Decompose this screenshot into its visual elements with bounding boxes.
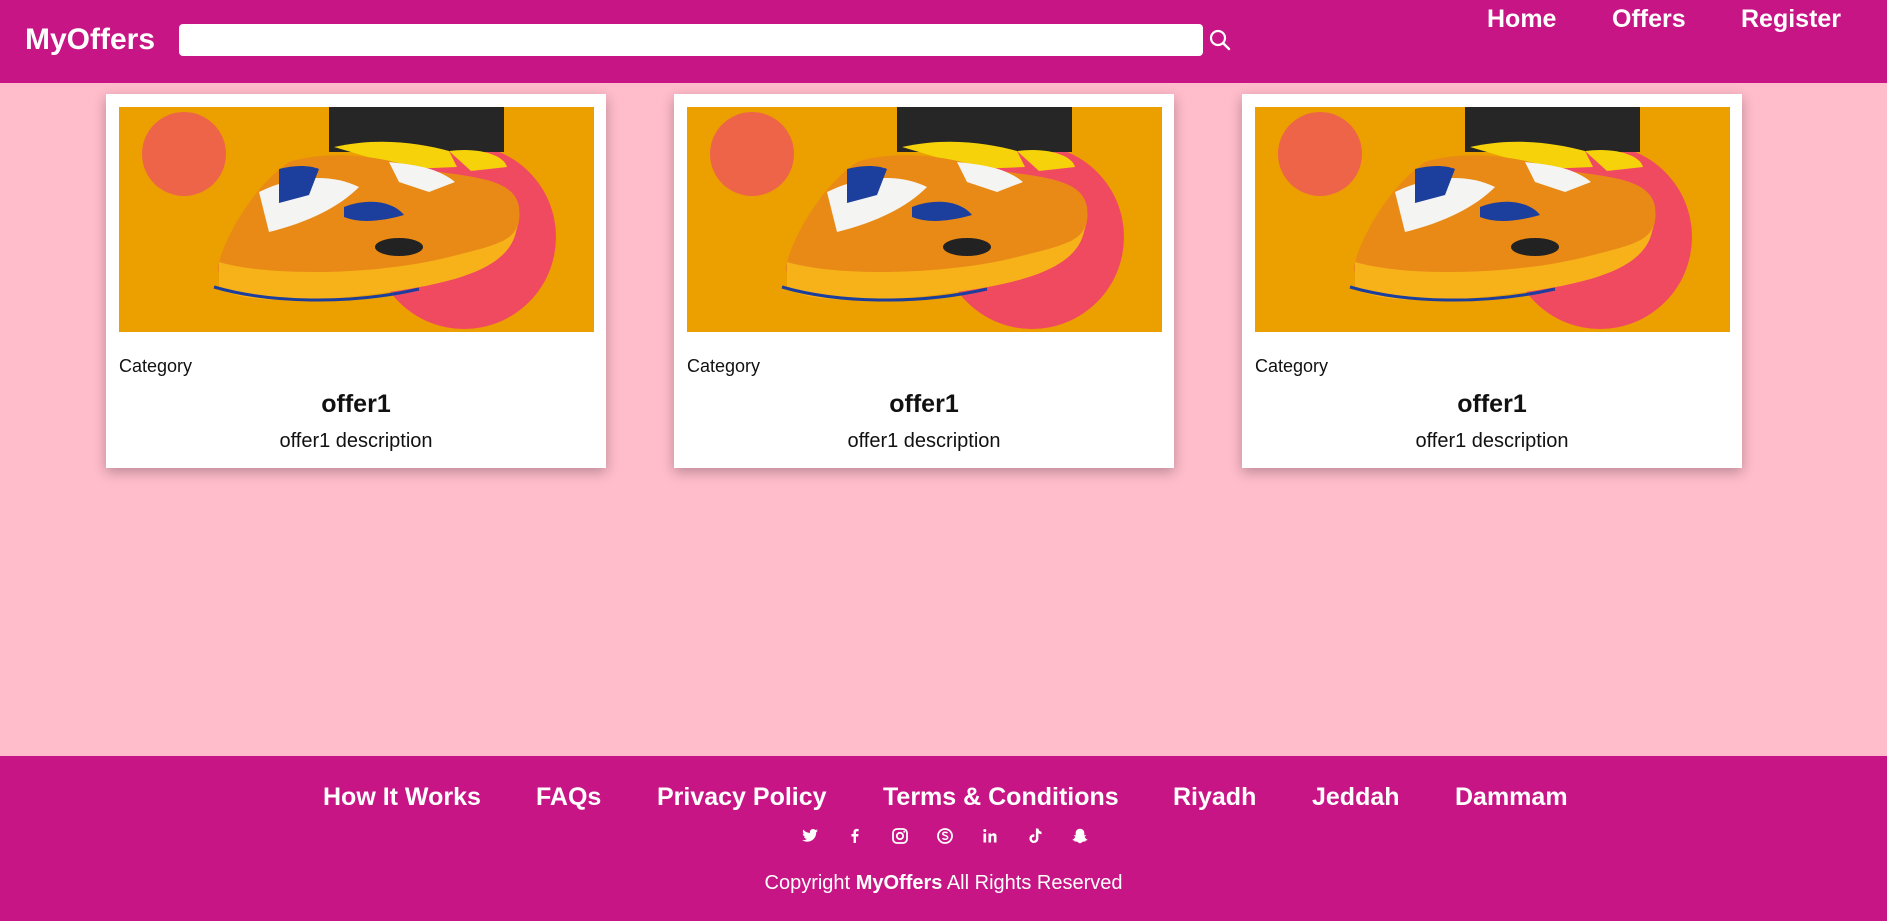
search-icon[interactable] bbox=[1207, 27, 1233, 53]
footer: How It Works FAQs Privacy Policy Terms &… bbox=[0, 756, 1887, 921]
nav-offers-link[interactable]: Offers bbox=[1612, 0, 1686, 38]
copyright-brand: MyOffers bbox=[855, 872, 943, 894]
offer-image bbox=[119, 107, 594, 332]
card-title: offer1 bbox=[1457, 390, 1527, 418]
nav-home-link[interactable]: Home bbox=[1487, 0, 1556, 38]
card-title: offer1 bbox=[321, 390, 391, 418]
footer-link-riyadh[interactable]: Riyadh bbox=[1173, 780, 1256, 814]
linkedin-icon[interactable] bbox=[980, 826, 1000, 846]
search-input[interactable] bbox=[179, 24, 1203, 56]
offer-card[interactable]: Category offer1 offer1 description bbox=[674, 94, 1174, 468]
footer-link-terms[interactable]: Terms & Conditions bbox=[883, 780, 1119, 814]
card-description: offer1 description bbox=[279, 430, 433, 452]
offer-card[interactable]: Category offer1 offer1 description bbox=[1242, 94, 1742, 468]
card-category: Category bbox=[119, 356, 193, 376]
card-title: offer1 bbox=[889, 390, 959, 418]
offer-image bbox=[687, 107, 1162, 332]
card-description: offer1 description bbox=[1415, 430, 1569, 452]
card-category: Category bbox=[1255, 356, 1329, 376]
copyright-text: Copyright MyOffers All Rights Reserved bbox=[0, 872, 1887, 895]
skype-icon[interactable] bbox=[935, 826, 955, 846]
footer-link-privacy-policy[interactable]: Privacy Policy bbox=[657, 780, 827, 814]
header-bar: MyOffers Home Offers Register bbox=[0, 0, 1887, 83]
copyright-suffix: All Rights Reserved bbox=[946, 872, 1123, 894]
footer-link-dammam[interactable]: Dammam bbox=[1455, 780, 1568, 814]
logo-link[interactable]: MyOffers bbox=[25, 20, 155, 60]
instagram-icon[interactable] bbox=[890, 826, 910, 846]
facebook-icon[interactable] bbox=[845, 826, 865, 846]
nav-register-link[interactable]: Register bbox=[1741, 0, 1841, 38]
footer-link-how-it-works[interactable]: How It Works bbox=[323, 780, 481, 814]
twitter-icon[interactable] bbox=[800, 826, 820, 846]
footer-link-jeddah[interactable]: Jeddah bbox=[1312, 780, 1400, 814]
footer-link-faqs[interactable]: FAQs bbox=[536, 780, 601, 814]
offer-card[interactable]: Category offer1 offer1 description bbox=[106, 94, 606, 468]
snapchat-icon[interactable] bbox=[1070, 826, 1090, 846]
footer-links: How It Works FAQs Privacy Policy Terms &… bbox=[0, 780, 1887, 814]
card-description: offer1 description bbox=[847, 430, 1001, 452]
card-category: Category bbox=[687, 356, 761, 376]
tiktok-icon[interactable] bbox=[1025, 826, 1045, 846]
offer-image bbox=[1255, 107, 1730, 332]
copyright-prefix: Copyright bbox=[764, 872, 851, 894]
